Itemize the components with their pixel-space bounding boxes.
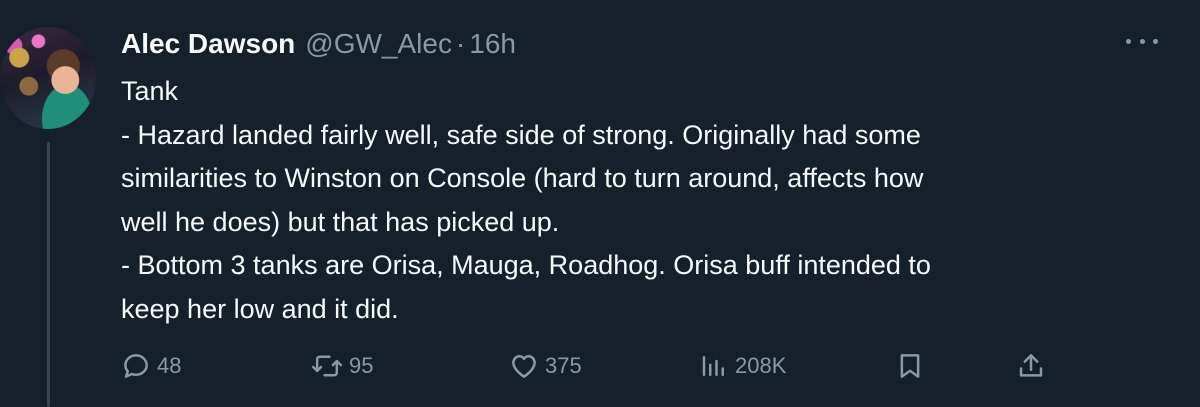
reply-count: 48 — [157, 353, 182, 378]
header-separator: · — [455, 28, 466, 59]
reply-icon — [124, 354, 148, 378]
view-count: 208K — [735, 353, 787, 378]
avatar[interactable] — [0, 27, 96, 129]
retweet-icon — [311, 355, 343, 377]
tweet-line: - Hazard landed fairly well, safe side o… — [121, 119, 921, 150]
tweet-line: similarities to Winston on Console (hard… — [121, 163, 924, 193]
tweet-line: - Bottom 3 tanks are Orisa, Mauga, Roadh… — [121, 250, 931, 280]
analytics-icon — [702, 356, 724, 376]
bookmark-icon — [900, 354, 920, 378]
tweet-line: keep her low and it did. — [121, 293, 399, 324]
more-options-button[interactable] — [1126, 34, 1158, 48]
retweet-count: 95 — [349, 353, 374, 378]
author-display-name[interactable]: Alec Dawson — [121, 28, 295, 60]
retweet-button[interactable]: 95 — [311, 348, 373, 384]
tweet-header: Alec Dawson @GW_Alec · 16h — [121, 28, 516, 60]
tweet-line: Tank — [121, 76, 179, 106]
tweet-text: Tank - Hazard landed fairly well, safe s… — [121, 70, 1121, 331]
bookmark-button[interactable] — [895, 348, 925, 384]
more-horizontal-icon-dot — [1153, 38, 1158, 44]
share-icon — [1019, 354, 1043, 377]
tweet-card[interactable]: Alec Dawson @GW_Alec · 16h Tank - Hazard… — [0, 0, 1200, 407]
like-button[interactable]: 375 — [509, 348, 582, 384]
reply-button[interactable]: 48 — [121, 348, 181, 384]
heart-icon — [512, 355, 536, 378]
share-button[interactable] — [1016, 348, 1046, 384]
like-count: 375 — [545, 353, 582, 378]
tweet-action-bar: 48 95 375 208K — [121, 348, 1061, 384]
tweet-timestamp[interactable]: 16h — [469, 28, 516, 60]
tweet-line: well he does) but that has picked up. — [121, 206, 560, 237]
views-button[interactable]: 208K — [699, 348, 786, 384]
author-handle[interactable]: @GW_Alec — [305, 28, 452, 60]
thread-connector-line — [47, 142, 50, 407]
more-horizontal-icon-dot — [1139, 38, 1145, 44]
more-horizontal-icon — [1126, 38, 1131, 44]
